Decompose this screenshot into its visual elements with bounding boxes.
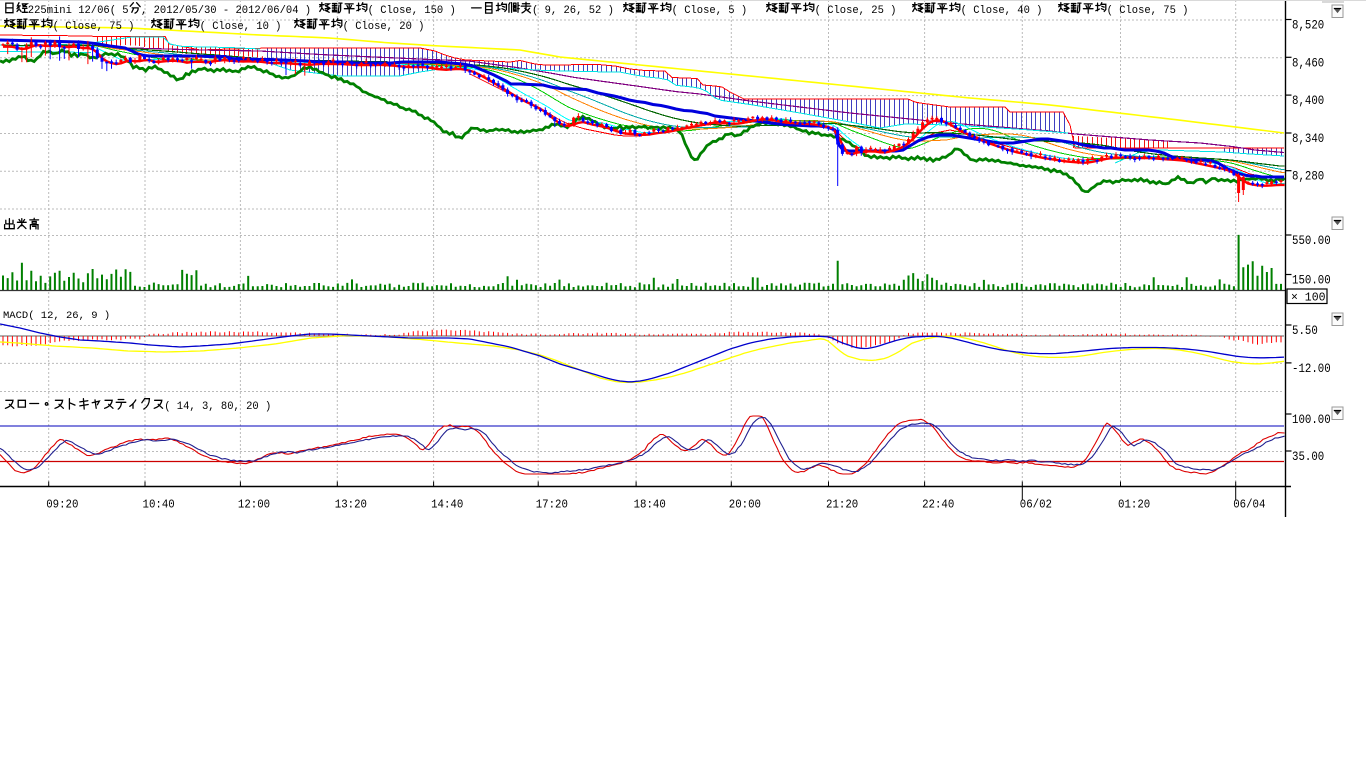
svg-text:10:40: 10:40 bbox=[143, 499, 175, 512]
svg-text:06/02: 06/02 bbox=[1020, 499, 1052, 512]
svg-text:8,340: 8,340 bbox=[1292, 132, 1324, 146]
svg-text:06/04: 06/04 bbox=[1233, 499, 1265, 512]
svg-text:( Close, 5 ): ( Close, 5 ) bbox=[672, 5, 748, 17]
svg-text:550.00: 550.00 bbox=[1292, 234, 1331, 248]
svg-text:( Close, 25 ): ( Close, 25 ) bbox=[815, 5, 897, 17]
svg-text:22:40: 22:40 bbox=[922, 499, 954, 512]
svg-text:12:00: 12:00 bbox=[238, 499, 270, 512]
svg-text:( Close, 40 ): ( Close, 40 ) bbox=[961, 5, 1043, 17]
svg-text:( 14, 3, 80, 20 ): ( 14, 3, 80, 20 ) bbox=[164, 401, 271, 413]
svg-text:( Close, 75 ): ( Close, 75 ) bbox=[53, 21, 135, 33]
svg-text:14:40: 14:40 bbox=[431, 499, 463, 512]
svg-text:× 100: × 100 bbox=[1291, 292, 1326, 305]
svg-text:21:20: 21:20 bbox=[826, 499, 858, 512]
svg-text:100.00: 100.00 bbox=[1292, 413, 1331, 427]
svg-text:( Close, 10 ): ( Close, 10 ) bbox=[200, 21, 282, 33]
svg-text:150.00: 150.00 bbox=[1292, 274, 1331, 288]
svg-text:20:00: 20:00 bbox=[729, 499, 761, 512]
svg-text:18:40: 18:40 bbox=[634, 499, 666, 512]
svg-text:8,520: 8,520 bbox=[1292, 19, 1324, 33]
svg-text:( Close, 150 ): ( Close, 150 ) bbox=[368, 5, 456, 17]
svg-text:8,280: 8,280 bbox=[1292, 170, 1324, 184]
svg-text:5.50: 5.50 bbox=[1292, 324, 1318, 338]
svg-text:17:20: 17:20 bbox=[536, 499, 568, 512]
svg-text:13:20: 13:20 bbox=[335, 499, 367, 512]
svg-text:225mini 12/06( 5: 225mini 12/06( 5 bbox=[28, 5, 129, 17]
svg-text:09:20: 09:20 bbox=[46, 499, 78, 512]
svg-text:8,460: 8,460 bbox=[1292, 56, 1324, 70]
svg-text:35.00: 35.00 bbox=[1292, 450, 1324, 464]
svg-text:( Close, 20 ): ( Close, 20 ) bbox=[343, 21, 425, 33]
svg-text:01:20: 01:20 bbox=[1118, 499, 1150, 512]
svg-text:8,400: 8,400 bbox=[1292, 94, 1324, 108]
svg-text:, 2012/05/30 - 2012/06/04 ): , 2012/05/30 - 2012/06/04 ) bbox=[141, 5, 311, 17]
svg-text:-12.00: -12.00 bbox=[1292, 362, 1331, 376]
svg-text:MACD( 12, 26, 9 ): MACD( 12, 26, 9 ) bbox=[3, 310, 110, 322]
svg-text:( 9, 26, 52 ): ( 9, 26, 52 ) bbox=[532, 5, 614, 17]
svg-text:( Close, 75 ): ( Close, 75 ) bbox=[1107, 5, 1189, 17]
